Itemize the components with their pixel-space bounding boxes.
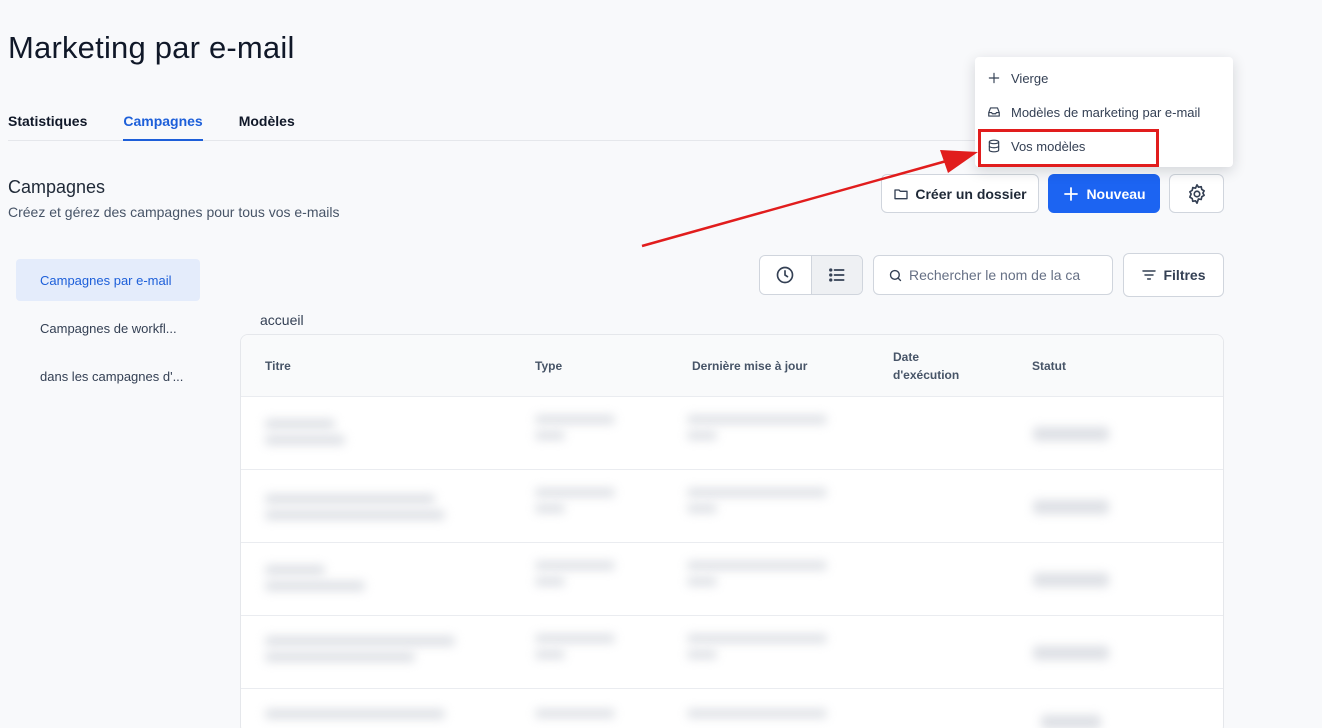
section-title: Campagnes <box>8 177 106 197</box>
search-input[interactable] <box>909 267 1089 283</box>
column-header-status[interactable]: Statut <box>1032 357 1066 375</box>
sidebar-item-workflow-campaigns[interactable]: Campagnes de workfl... <box>16 307 200 349</box>
tab-campagnes[interactable]: Campagnes <box>123 100 203 141</box>
annotation-highlight-box <box>978 129 1159 167</box>
plus-icon <box>988 72 1000 84</box>
view-toggle <box>759 255 863 295</box>
filter-icon <box>1142 270 1157 280</box>
list-view-button[interactable] <box>810 256 862 294</box>
column-header-execution-date[interactable]: Date d'exécution <box>893 348 983 384</box>
filters-label: Filtres <box>1163 267 1206 283</box>
create-folder-label: Créer un dossier <box>915 185 1027 202</box>
column-header-title[interactable]: Titre <box>265 357 291 375</box>
folder-icon <box>894 188 909 199</box>
column-header-last-update[interactable]: Dernière mise à jour <box>692 357 807 375</box>
new-label: Nouveau <box>1086 185 1146 202</box>
campaigns-table: Titre Type Dernière mise à jour Date d'e… <box>240 334 1224 728</box>
settings-button[interactable] <box>1169 174 1224 213</box>
menu-item-label: Modèles de marketing par e-mail <box>1011 104 1201 120</box>
plus-icon <box>1064 186 1079 201</box>
tab-modeles[interactable]: Modèles <box>239 100 295 141</box>
menu-item-marketing-templates[interactable]: Modèles de marketing par e-mail <box>975 95 1233 129</box>
table-row[interactable] <box>241 470 1223 543</box>
column-header-type[interactable]: Type <box>535 357 562 375</box>
clock-icon <box>776 266 794 284</box>
section-subtitle: Créez et gérez des campagnes pour tous v… <box>8 204 340 220</box>
sidebar-item-other-campaigns[interactable]: dans les campagnes d'... <box>16 355 200 397</box>
table-row[interactable] <box>241 543 1223 616</box>
tab-statistiques[interactable]: Statistiques <box>8 100 87 141</box>
menu-item-label: Vierge <box>1011 70 1049 86</box>
history-view-button[interactable] <box>760 256 811 294</box>
gear-icon <box>1188 183 1205 204</box>
sidebar: Campagnes par e-mail Campagnes de workfl… <box>16 259 200 403</box>
breadcrumb[interactable]: accueil <box>260 312 304 328</box>
inbox-icon <box>988 107 1000 117</box>
table-row[interactable] <box>241 689 1223 728</box>
table-row[interactable] <box>241 397 1223 470</box>
page-title: Marketing par e-mail <box>8 30 295 65</box>
table-row[interactable] <box>241 616 1223 689</box>
sidebar-item-email-campaigns[interactable]: Campagnes par e-mail <box>16 259 200 301</box>
search-box <box>873 255 1113 295</box>
menu-item-blank[interactable]: Vierge <box>975 61 1233 95</box>
filters-button[interactable]: Filtres <box>1123 253 1224 297</box>
list-icon <box>828 268 845 282</box>
create-folder-button[interactable]: Créer un dossier <box>881 174 1039 213</box>
search-icon <box>889 269 902 281</box>
new-button[interactable]: Nouveau <box>1048 174 1160 213</box>
table-header: Titre Type Dernière mise à jour Date d'e… <box>241 335 1223 397</box>
